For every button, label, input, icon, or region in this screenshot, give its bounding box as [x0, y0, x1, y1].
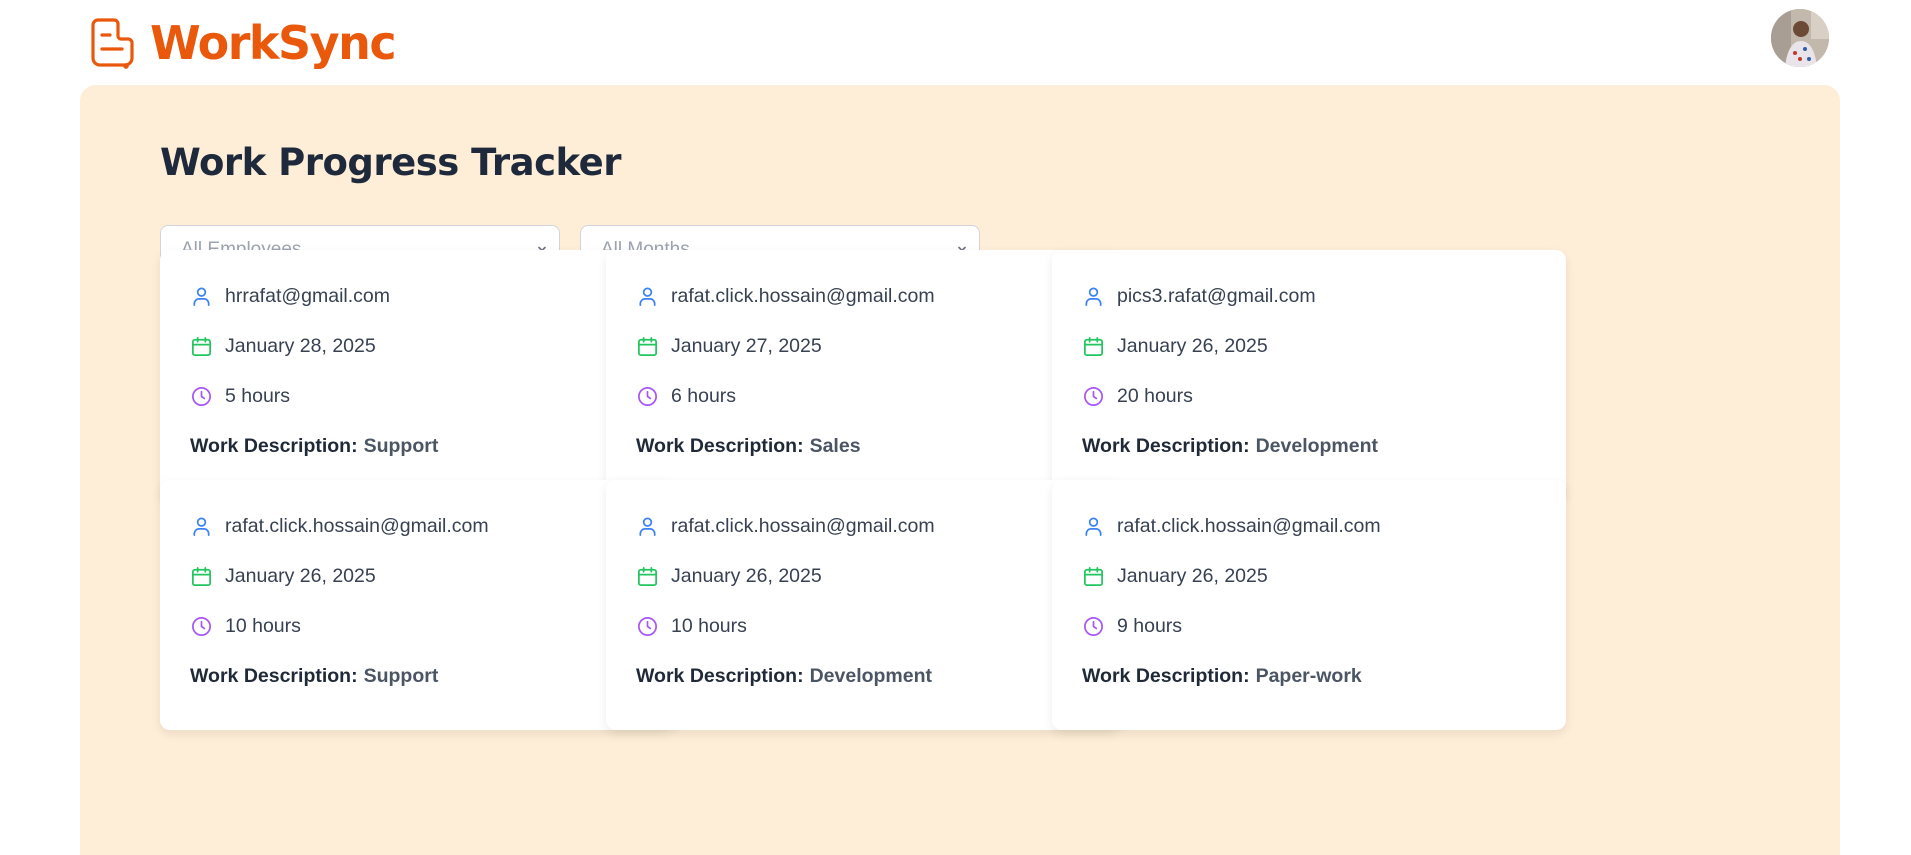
user-avatar[interactable] [1771, 9, 1829, 67]
card-employee-row: rafat.click.hossain@gmail.com [1082, 512, 1381, 540]
card-date-row: January 26, 2025 [1082, 332, 1268, 360]
card-hours: 20 hours [1117, 384, 1193, 407]
work-card: rafat.click.hossain@gmail.com January 26… [160, 480, 674, 730]
card-date: January 26, 2025 [1117, 564, 1268, 587]
card-description-label: Work Description: [190, 664, 358, 687]
card-date: January 26, 2025 [225, 564, 376, 587]
work-card: rafat.click.hossain@gmail.com January 26… [1052, 480, 1566, 730]
clock-icon [638, 616, 657, 636]
card-date: January 26, 2025 [671, 564, 822, 587]
brand-name: WorkSync [150, 16, 397, 70]
card-description-value: Development [809, 664, 933, 687]
card-email: rafat.click.hossain@gmail.com [671, 284, 935, 307]
work-card: pics3.rafat@gmail.com January 26, 2025 2… [1052, 250, 1566, 500]
top-bar: WorkSync [0, 0, 1911, 85]
main-panel: Work Progress Tracker All Employees All … [80, 85, 1840, 855]
clock-icon [192, 616, 211, 636]
card-date-row: January 26, 2025 [636, 562, 822, 590]
card-description-value: Support [363, 664, 439, 687]
card-description-value: Development [1255, 434, 1379, 457]
calendar-icon [638, 566, 657, 586]
calendar-icon [1084, 336, 1103, 356]
card-description-row: Work Description: Development [636, 662, 932, 690]
logo-icon [91, 18, 134, 69]
card-description-label: Work Description: [1082, 664, 1250, 687]
card-hours: 6 hours [671, 384, 737, 407]
user-icon [639, 286, 656, 306]
card-date: January 26, 2025 [1117, 334, 1268, 357]
card-description-label: Work Description: [636, 434, 804, 457]
user-icon [1085, 516, 1102, 536]
user-icon [1085, 286, 1102, 306]
card-hours-row: 6 hours [636, 382, 736, 410]
card-description-label: Work Description: [1082, 434, 1250, 457]
card-employee-row: hrrafat@gmail.com [190, 282, 390, 310]
card-description-row: Work Description: Sales [636, 432, 861, 460]
user-icon [639, 516, 656, 536]
page-title: Work Progress Tracker [160, 141, 621, 184]
user-icon [193, 286, 210, 306]
card-hours-row: 10 hours [190, 612, 301, 640]
card-email: rafat.click.hossain@gmail.com [225, 514, 489, 537]
avatar-photo-icon [1771, 9, 1829, 67]
card-email: hrrafat@gmail.com [225, 284, 391, 307]
card-description-value: Paper-work [1255, 664, 1362, 687]
card-employee-row: rafat.click.hossain@gmail.com [190, 512, 489, 540]
clock-icon [192, 386, 211, 406]
card-description-value: Sales [809, 434, 861, 457]
card-description-label: Work Description: [636, 664, 804, 687]
card-email: rafat.click.hossain@gmail.com [1117, 514, 1381, 537]
card-hours-row: 5 hours [190, 382, 290, 410]
card-hours-row: 9 hours [1082, 612, 1182, 640]
card-description-row: Work Description: Development [1082, 432, 1378, 460]
card-hours: 5 hours [225, 384, 291, 407]
calendar-icon [1084, 566, 1103, 586]
card-date-row: January 28, 2025 [190, 332, 376, 360]
calendar-icon [192, 336, 211, 356]
card-email: rafat.click.hossain@gmail.com [671, 514, 935, 537]
card-employee-row: pics3.rafat@gmail.com [1082, 282, 1316, 310]
card-employee-row: rafat.click.hossain@gmail.com [636, 512, 935, 540]
card-hours-row: 20 hours [1082, 382, 1193, 410]
card-description-value: Support [363, 434, 439, 457]
card-hours: 10 hours [671, 614, 747, 637]
user-icon [193, 516, 210, 536]
work-card: rafat.click.hossain@gmail.com January 26… [606, 480, 1120, 730]
card-date: January 28, 2025 [225, 334, 376, 357]
card-hours: 10 hours [225, 614, 301, 637]
work-card: rafat.click.hossain@gmail.com January 27… [606, 250, 1120, 500]
card-description-row: Work Description: Support [190, 432, 438, 460]
card-email: pics3.rafat@gmail.com [1117, 284, 1316, 307]
card-date-row: January 27, 2025 [636, 332, 822, 360]
clock-icon [1084, 616, 1103, 636]
clock-icon [638, 386, 657, 406]
card-description-label: Work Description: [190, 434, 358, 457]
card-description-row: Work Description: Paper-work [1082, 662, 1362, 690]
card-date-row: January 26, 2025 [1082, 562, 1268, 590]
logo[interactable]: WorkSync [88, 16, 397, 70]
card-employee-row: rafat.click.hossain@gmail.com [636, 282, 935, 310]
card-date-row: January 26, 2025 [190, 562, 376, 590]
clock-icon [1084, 386, 1103, 406]
calendar-icon [638, 336, 657, 356]
work-card: hrrafat@gmail.com January 28, 2025 5 hou… [160, 250, 674, 500]
card-date: January 27, 2025 [671, 334, 822, 357]
card-description-row: Work Description: Support [190, 662, 438, 690]
card-hours-row: 10 hours [636, 612, 747, 640]
card-hours: 9 hours [1117, 614, 1183, 637]
calendar-icon [192, 566, 211, 586]
